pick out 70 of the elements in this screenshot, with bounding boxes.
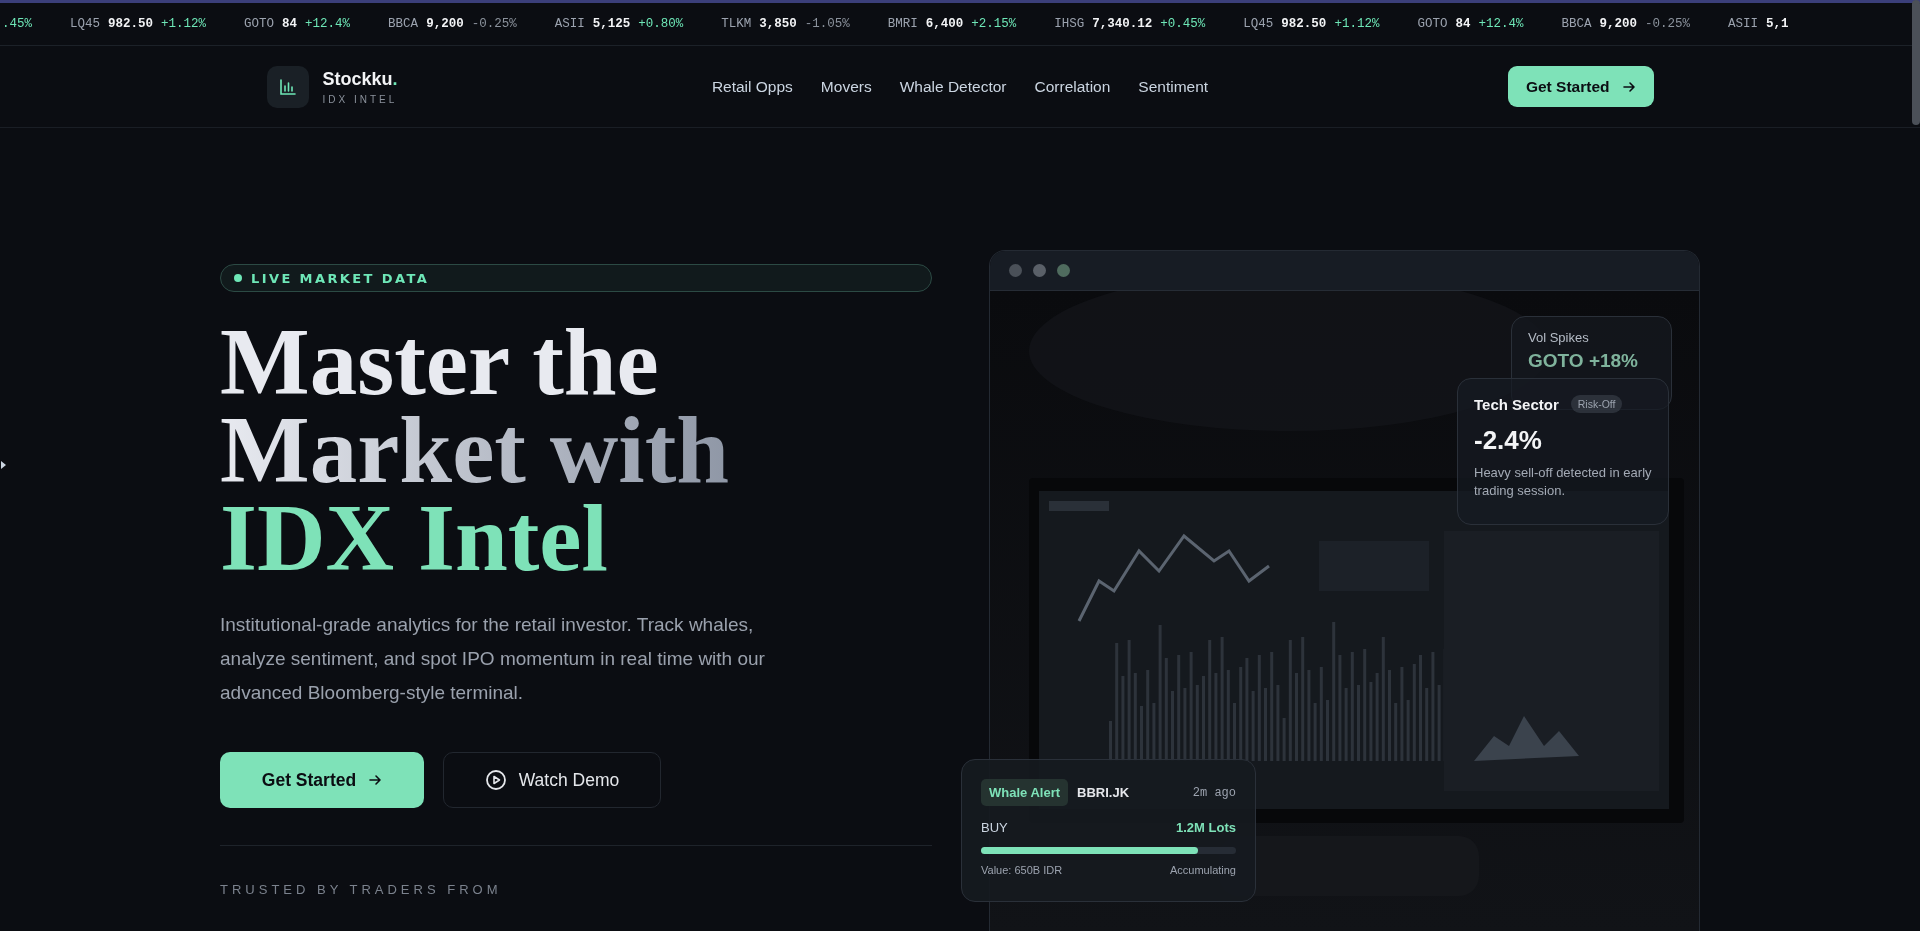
live-dot-icon <box>234 274 242 282</box>
nav-link[interactable]: Movers <box>820 77 872 96</box>
arrow-icon <box>1621 79 1636 94</box>
ticker-price: 5,1 <box>1766 17 1789 31</box>
ticker-symbol: LQ45 <box>1243 17 1274 31</box>
trusted-label: TRUSTED BY TRADERS FROM <box>220 882 503 897</box>
ticker-change: -1.05% <box>804 17 850 31</box>
get-started-button[interactable]: Get Started <box>220 752 424 808</box>
ticker-symbol: ASII <box>1728 17 1758 31</box>
nav-link[interactable]: Retail Opps <box>711 77 793 96</box>
nav-link[interactable]: Correlation <box>1034 77 1111 96</box>
ticker-symbol: ASII <box>554 17 585 31</box>
brand-tagline: IDX INTEL <box>322 93 398 105</box>
trade-side: BUY <box>981 820 1008 835</box>
card-value: -2.4% <box>1474 425 1543 456</box>
ticker-symbol: TLKM <box>721 17 752 31</box>
card-title: Tech Sector <box>1474 395 1559 413</box>
card-description: Heavy sell-off detected in early trading session. <box>1474 464 1652 500</box>
card-label: Vol Spikes <box>1528 330 1590 345</box>
live-badge: LIVE MARKET DATA <box>220 264 932 292</box>
caret-icon[interactable] <box>1 461 6 469</box>
ticker-change: +0.45% <box>1160 17 1206 31</box>
ticker-change: +2.15% <box>971 17 1017 31</box>
ticker-price: 9,200 <box>426 17 464 31</box>
window-dot-icon <box>1033 264 1046 277</box>
ticker-price: 982.50 <box>1281 17 1327 31</box>
trade-status: Accumulating <box>1169 864 1236 876</box>
ticker-symbol: GOTO <box>244 17 275 31</box>
headline: Master the Market with IDX Intel <box>220 318 731 582</box>
window-dot-icon <box>1057 264 1070 277</box>
brand-name: Stockku. <box>322 68 398 90</box>
ticker-symbol: BBCA <box>388 17 419 31</box>
ticker-price: 84 <box>282 17 298 31</box>
ticker-symbol: GOTO <box>1417 17 1448 31</box>
ticker-price: 6,400 <box>925 17 964 31</box>
arrow-icon <box>368 773 383 787</box>
ticker-change: +12.4% <box>1478 17 1524 31</box>
ticker-change: +0.80% <box>638 17 684 31</box>
ticker-price: 7,340.12 <box>1092 17 1153 31</box>
stock-symbol: BBRI.JK <box>1077 785 1130 800</box>
hero-description: Institutional-grade analytics for the retail investor. Track whales, analyze sentiment, and spot IPO momentum in real time with our advanced Bloomberg-style terminal. <box>220 613 766 705</box>
ticker-change: .45% <box>2 17 32 31</box>
card-value: GOTO +18% <box>1528 350 1639 372</box>
nav-link[interactable]: Sentiment <box>1138 77 1209 96</box>
ticker-price: 982.50 <box>108 17 154 31</box>
ticker-price: 9,200 <box>1599 17 1637 31</box>
window-dot-icon <box>1009 264 1022 277</box>
ticker-change: +1.12% <box>161 17 207 31</box>
play-icon <box>484 769 507 791</box>
ticker-change: +1.12% <box>1334 17 1380 31</box>
get-started-button[interactable]: Get Started <box>1507 66 1654 107</box>
ticker-price: 5,125 <box>592 17 631 31</box>
trade-value: Value: 650B IDR <box>981 864 1063 876</box>
watch-demo-button[interactable]: Watch Demo <box>443 752 661 808</box>
ticker-change: -0.25% <box>471 17 517 31</box>
ticker-price: 3,850 <box>759 17 797 31</box>
ticker-symbol: IHSG <box>1054 17 1085 31</box>
timestamp: 2m ago <box>1192 785 1236 800</box>
ticker-change: -0.25% <box>1644 17 1690 31</box>
nav-link[interactable]: Whale Detector <box>899 77 1007 96</box>
scrollbar[interactable] <box>1912 0 1920 125</box>
ticker-symbol: LQ45 <box>70 17 101 31</box>
alert-tag: Whale Alert <box>981 779 1069 806</box>
ticker-change: +12.4% <box>305 17 351 31</box>
ticker-price: 84 <box>1455 17 1471 31</box>
logo-icon <box>266 65 309 108</box>
ticker-symbol: BMRI <box>887 17 918 31</box>
lot-amount: 1.2M Lots <box>1176 820 1236 835</box>
ticker-symbol: BBCA <box>1561 17 1592 31</box>
risk-tag: Risk-Off <box>1570 395 1623 413</box>
